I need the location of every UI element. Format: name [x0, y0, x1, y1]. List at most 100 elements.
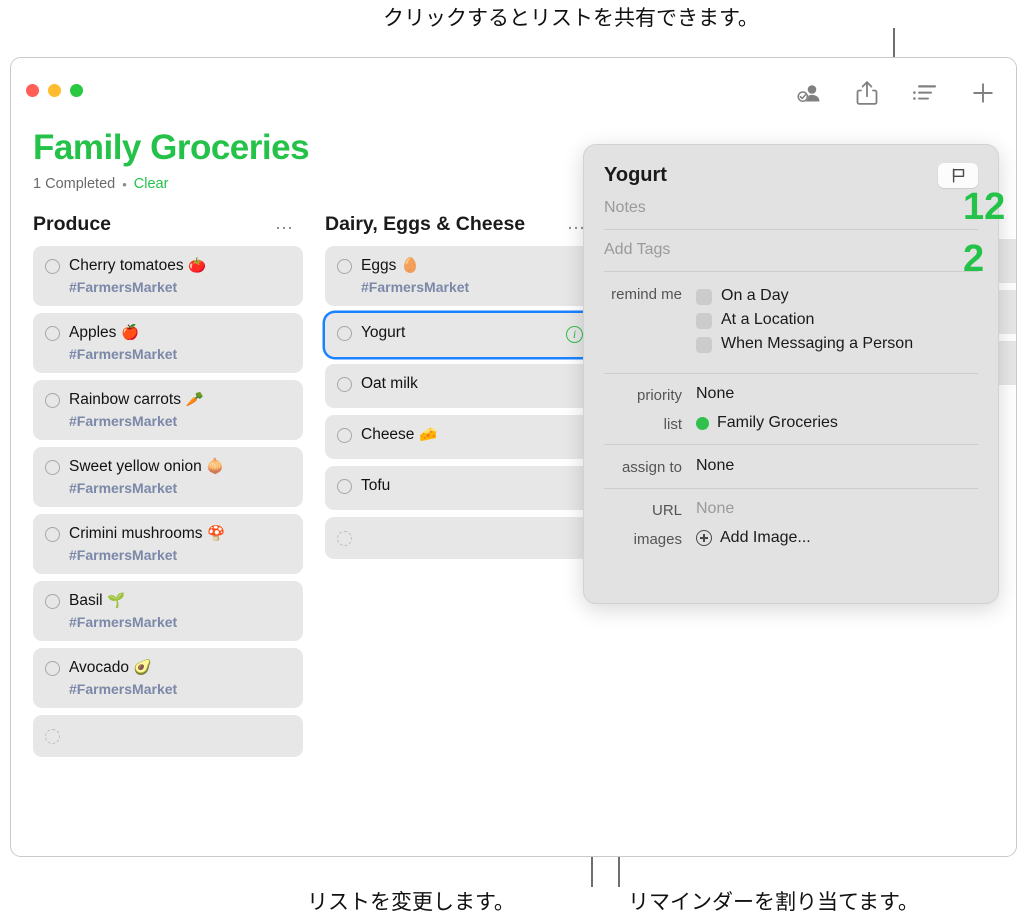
screenshot-root: クリックするとリストを共有できます。 リストを変更します。 リマインダーを割り当…	[0, 0, 1027, 920]
checkbox-icon[interactable]	[696, 313, 712, 329]
complete-checkbox-icon[interactable]	[337, 479, 352, 494]
reminder-item[interactable]: Avocado 🥑 #FarmersMarket	[33, 648, 303, 708]
reminder-tag[interactable]: #FarmersMarket	[69, 346, 293, 362]
reminder-item[interactable]: Cherry tomatoes 🍅 #FarmersMarket	[33, 246, 303, 306]
flag-icon[interactable]	[938, 163, 978, 188]
reminder-item[interactable]: Basil 🌱 #FarmersMarket	[33, 581, 303, 641]
new-reminder-row[interactable]	[325, 517, 595, 559]
assigned-to-me-icon[interactable]	[794, 78, 824, 108]
complete-checkbox-icon[interactable]	[45, 326, 60, 341]
reminder-emoji: 🥚	[396, 258, 420, 274]
reminder-title: Oat milk	[361, 375, 418, 392]
list-value-wrap: Family Groceries	[696, 414, 838, 432]
reminder-item[interactable]: Cheese 🧀	[325, 415, 595, 459]
reminder-list: Cherry tomatoes 🍅 #FarmersMarket Apples 🍎 #…	[33, 246, 303, 757]
completed-count: 1 Completed	[33, 176, 116, 192]
complete-checkbox-icon[interactable]	[337, 259, 352, 274]
new-item-circle-icon	[337, 530, 352, 546]
images-value-wrap[interactable]: Add Image...	[696, 529, 811, 547]
new-reminder-row[interactable]	[33, 715, 303, 757]
reminder-title: Cheese 🧀	[361, 426, 438, 443]
reminder-item[interactable]: Sweet yellow onion 🧅 #FarmersMarket	[33, 447, 303, 507]
peek-number-1: 12	[963, 186, 1006, 228]
complete-checkbox-icon[interactable]	[45, 460, 60, 475]
info-icon[interactable]: i	[566, 326, 583, 343]
add-reminder-icon[interactable]	[968, 78, 998, 108]
reminder-tag[interactable]: #FarmersMarket	[69, 279, 293, 295]
reminder-emoji: 🌱	[102, 593, 126, 609]
complete-checkbox-icon[interactable]	[45, 527, 60, 542]
remind-option[interactable]: When Messaging a Person	[696, 332, 913, 356]
checkbox-icon[interactable]	[696, 337, 712, 353]
zoom-button[interactable]	[70, 84, 83, 97]
window-titlebar	[11, 58, 1016, 126]
reminder-title: Tofu	[361, 477, 391, 494]
checkbox-icon[interactable]	[696, 289, 712, 305]
tags-field[interactable]: Add Tags	[604, 230, 978, 271]
close-button[interactable]	[26, 84, 39, 97]
reminder-tag[interactable]: #FarmersMarket	[69, 480, 293, 496]
reminder-emoji: 🧅	[201, 459, 225, 475]
complete-checkbox-icon[interactable]	[337, 326, 352, 341]
priority-row[interactable]: priority None	[604, 374, 978, 409]
list-options-icon[interactable]	[910, 78, 940, 108]
reminder-emoji: 🥕	[181, 392, 204, 408]
minimize-button[interactable]	[48, 84, 61, 97]
reminder-body: Yogurt	[361, 324, 585, 342]
remind-option[interactable]: At a Location	[696, 308, 913, 332]
reminder-item[interactable]: Crimini mushrooms 🍄 #FarmersMarket	[33, 514, 303, 574]
complete-checkbox-icon[interactable]	[45, 393, 60, 408]
column-more-icon[interactable]: …	[275, 214, 296, 233]
new-item-circle-icon	[45, 728, 60, 744]
toolbar	[794, 78, 998, 108]
column-header: Produce …	[33, 209, 303, 239]
column-header: Dairy, Eggs & Cheese …	[325, 209, 595, 239]
complete-checkbox-icon[interactable]	[45, 259, 60, 274]
popover-header: Yogurt	[604, 163, 978, 188]
remind-option-label: On a Day	[721, 287, 789, 304]
reminder-body: Rainbow carrots 🥕 #FarmersMarket	[69, 391, 293, 429]
list-row[interactable]: list Family Groceries	[604, 409, 978, 444]
complete-checkbox-icon[interactable]	[337, 377, 352, 392]
complete-checkbox-icon[interactable]	[45, 594, 60, 609]
clear-button[interactable]: Clear	[134, 176, 169, 192]
reminder-title: Yogurt	[361, 324, 406, 341]
reminder-tag[interactable]: #FarmersMarket	[361, 279, 585, 295]
images-row[interactable]: images Add Image...	[604, 524, 978, 553]
reminder-item[interactable]: Eggs 🥚 #FarmersMarket	[325, 246, 595, 306]
reminder-body: Avocado 🥑 #FarmersMarket	[69, 659, 293, 697]
reminder-item[interactable]: Yogurt i	[325, 313, 595, 357]
add-image-icon	[696, 530, 712, 546]
reminder-body: Cheese 🧀	[361, 426, 585, 444]
remind-me-label: remind me	[611, 286, 682, 303]
remind-me-options: On a Day At a Location When Messaging a Pe…	[696, 284, 913, 356]
priority-label: priority	[636, 387, 682, 404]
complete-checkbox-icon[interactable]	[337, 428, 352, 443]
notes-field[interactable]: Notes	[604, 188, 978, 229]
list-value: Family Groceries	[717, 414, 838, 431]
reminder-tag[interactable]: #FarmersMarket	[69, 614, 293, 630]
reminder-body: Oat milk	[361, 375, 585, 393]
reminder-tag[interactable]: #FarmersMarket	[69, 681, 293, 697]
reminder-item[interactable]: Tofu	[325, 466, 595, 510]
url-row[interactable]: URL None	[604, 489, 978, 524]
remind-option[interactable]: On a Day	[696, 284, 913, 308]
reminder-title: Sweet yellow onion 🧅	[69, 458, 225, 475]
notes-placeholder: Notes	[604, 199, 646, 216]
assign-to-label: assign to	[621, 459, 682, 476]
reminder-title: Rainbow carrots 🥕	[69, 391, 204, 408]
reminder-body: Basil 🌱 #FarmersMarket	[69, 592, 293, 630]
complete-checkbox-icon[interactable]	[45, 661, 60, 676]
reminder-tag[interactable]: #FarmersMarket	[69, 413, 293, 429]
reminder-tag[interactable]: #FarmersMarket	[69, 547, 293, 563]
assign-to-row[interactable]: assign to None	[604, 445, 978, 488]
reminder-emoji: 🍄	[202, 526, 226, 542]
share-icon[interactable]	[852, 78, 882, 108]
popover-title: Yogurt	[604, 164, 667, 186]
reminder-item[interactable]: Apples 🍎 #FarmersMarket	[33, 313, 303, 373]
reminder-info-popover: Yogurt Notes Add Tags remind me On a Day…	[583, 144, 999, 604]
reminder-item[interactable]: Rainbow carrots 🥕 #FarmersMarket	[33, 380, 303, 440]
list-label: list	[663, 416, 682, 433]
reminder-item[interactable]: Oat milk	[325, 364, 595, 408]
add-image-label: Add Image...	[720, 529, 811, 546]
